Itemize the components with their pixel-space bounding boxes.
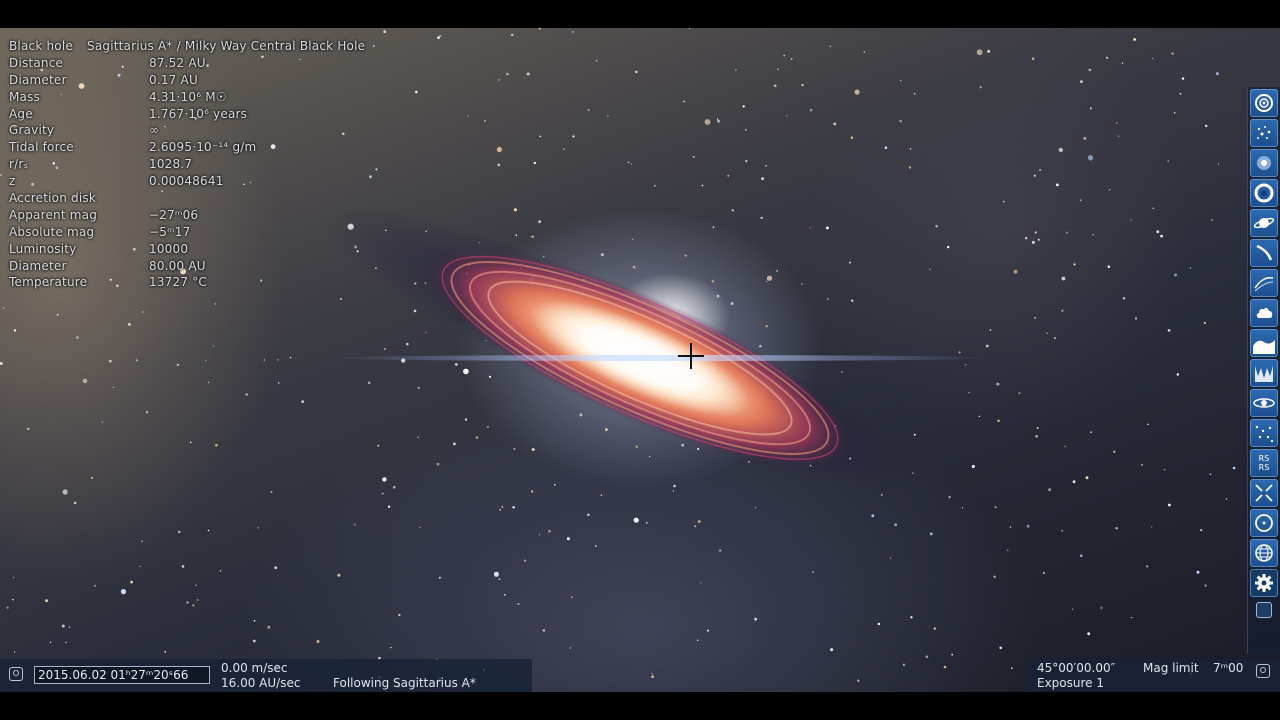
info-label: Gravity (9, 123, 55, 138)
info-value: 0.00048641 (149, 174, 224, 189)
info-label: Diameter (9, 72, 67, 87)
right-filter-toolbar: RS RS (1247, 87, 1280, 654)
info-label: Tidal force (9, 140, 74, 155)
info-label: Apparent mag (9, 207, 98, 222)
speed-readout: 0.00 m/sec (221, 661, 288, 675)
exposure-readout[interactable]: Exposure 1 (1037, 676, 1104, 691)
info-label: Luminosity (9, 241, 77, 256)
center-crosshair (678, 343, 704, 369)
status-bar-right: 45°00′00.00″ Mag limit 7ᵐ00 Exposure 1 (1028, 659, 1280, 692)
globe-grid-icon[interactable] (1250, 539, 1278, 567)
toolbar-options-icon[interactable] (1256, 602, 1272, 618)
stars-filter-icon[interactable] (1250, 419, 1278, 447)
info-value: 1028.7 (149, 157, 193, 172)
nebula-filter-icon[interactable] (1250, 149, 1278, 177)
collapse-icon[interactable] (1250, 479, 1278, 507)
info-label: z (9, 174, 16, 189)
screenshot-icon[interactable] (9, 667, 23, 681)
date-time-field[interactable]: 2015.06.02 01ʰ27ᵐ20ˢ66 (34, 666, 210, 684)
info-label: Mass (9, 89, 41, 104)
info-row: Distance 87.52 AU (9, 55, 365, 72)
cloud-filter-icon[interactable] (1250, 299, 1278, 327)
accretion-disk-filter-icon[interactable] (1250, 389, 1278, 417)
rs-label-1: RS (1258, 454, 1270, 463)
orbit-circle-icon[interactable] (1250, 509, 1278, 537)
time-rate-readout[interactable]: 16.00 AU/sec (221, 676, 300, 691)
letterbox-top (0, 0, 1280, 28)
info-row: Luminosity 10000 (9, 241, 365, 258)
info-row: Temperature 13727 °C (9, 274, 365, 291)
rs-label-icon[interactable]: RS RS (1250, 449, 1278, 477)
info-value: 10000 (149, 241, 189, 256)
info-row: Gravity ∞ (9, 122, 365, 139)
black-hole-filter-icon[interactable] (1250, 179, 1278, 207)
object-info-panel: Black hole Sagittarius A* / Milky Way Ce… (9, 38, 365, 291)
info-label: Age (9, 106, 33, 121)
info-row: Apparent mag −27ᵐ06 (9, 207, 365, 224)
star-cluster-filter-icon[interactable] (1250, 119, 1278, 147)
info-value: 4.31·10⁶ M☉ (149, 89, 227, 104)
info-value: 80.00 AU (149, 258, 206, 273)
letterbox-bottom (0, 692, 1280, 720)
info-value: 0.17 AU (149, 72, 198, 87)
info-label: Distance (9, 55, 64, 70)
info-value: 87.52 AU (149, 55, 206, 70)
info-value: −5ᵐ17 (149, 224, 191, 239)
info-label: r/rₛ (9, 157, 29, 172)
info-header: Black hole Sagittarius A* / Milky Way Ce… (9, 38, 365, 55)
object-name[interactable]: Sagittarius A* / Milky Way Central Black… (87, 38, 365, 55)
info-row: Age 1.767·10⁶ years (9, 106, 365, 123)
info-value: ∞ (149, 123, 160, 138)
info-row: Diameter 0.17 AU (9, 72, 365, 89)
info-label: Accretion disk (9, 191, 96, 206)
info-value: −27ᵐ06 (149, 207, 199, 222)
object-type-label: Black hole (9, 39, 73, 53)
info-value: 1.767·10⁶ years (149, 106, 248, 121)
info-row: z 0.00048641 (9, 173, 365, 190)
status-bar-left: 2015.06.02 01ʰ27ᵐ20ˢ66 0.00 m/sec 16.00 … (0, 659, 532, 692)
info-value: 2.6095·10⁻¹⁴ g/m (149, 140, 257, 155)
info-label: Diameter (9, 258, 67, 273)
space-viewport[interactable]: Black hole Sagittarius A* / Milky Way Ce… (0, 28, 1280, 692)
info-row: Diameter 80.00 AU (9, 258, 365, 275)
info-row: Absolute mag −5ᵐ17 (9, 224, 365, 241)
info-value: 13727 °C (149, 275, 207, 290)
screenshot-icon-right[interactable] (1256, 664, 1270, 678)
info-row: Mass 4.31·10⁶ M☉ (9, 89, 365, 106)
camera-mode-text: Following Sagittarius A* (333, 676, 476, 690)
galaxy-filter-icon[interactable] (1250, 89, 1278, 117)
comet-filter-icon[interactable] (1250, 239, 1278, 267)
info-row: r/rₛ 1028.7 (9, 156, 365, 173)
mag-limit-value[interactable]: 7ᵐ00 (1213, 661, 1243, 676)
info-label: Temperature (9, 275, 88, 290)
aurora-filter-icon[interactable] (1250, 359, 1278, 387)
settings-gear-icon[interactable] (1250, 569, 1278, 597)
wave-filter-icon[interactable] (1250, 329, 1278, 357)
rs-label-2: RS (1258, 463, 1270, 472)
info-row: Tidal force 2.6095·10⁻¹⁴ g/m (9, 139, 365, 156)
info-row: Accretion disk (9, 190, 365, 207)
orbit-filter-icon[interactable] (1250, 269, 1278, 297)
planet-filter-icon[interactable] (1250, 209, 1278, 237)
fov-readout[interactable]: 45°00′00.00″ (1037, 661, 1115, 676)
mag-limit-label: Mag limit (1143, 661, 1199, 675)
info-label: Absolute mag (9, 224, 95, 239)
